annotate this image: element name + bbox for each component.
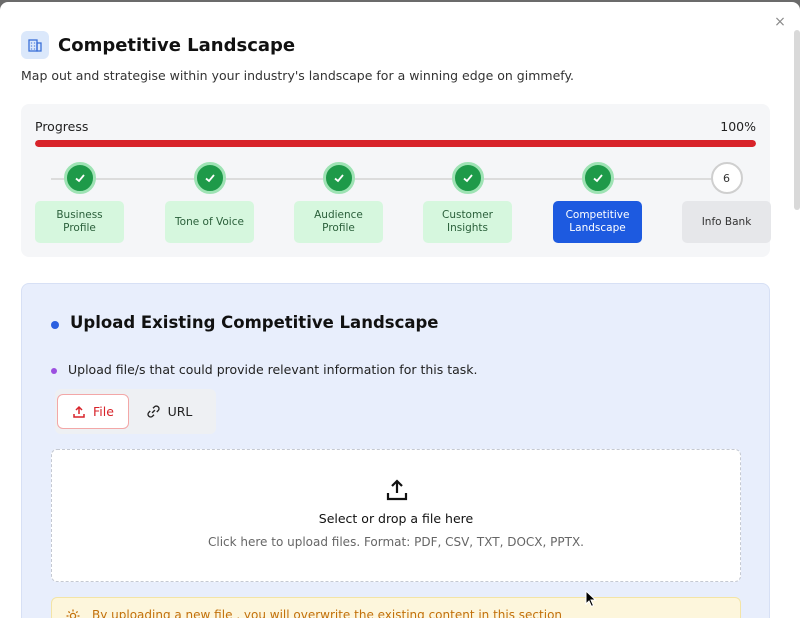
close-icon[interactable]: × (774, 14, 786, 30)
section-title: Upload Existing Competitive Landscape (70, 313, 439, 332)
sun-icon (66, 608, 80, 618)
step-tone-of-voice[interactable]: Tone of Voice (165, 162, 254, 243)
modal-header: Competitive Landscape (21, 31, 295, 59)
step-competitive-landscape[interactable]: Competitive Landscape (553, 162, 642, 243)
check-icon (451, 162, 484, 194)
section-bullet (51, 321, 59, 329)
check-icon (193, 162, 226, 194)
page-title: Competitive Landscape (58, 34, 296, 56)
progress-bar (35, 140, 756, 147)
step-number: 6 (710, 162, 743, 194)
step-info-bank[interactable]: 6 Info Bank (682, 162, 771, 243)
step-label[interactable]: Info Bank (682, 201, 771, 243)
link-icon (146, 405, 160, 418)
step-label[interactable]: Audience Profile (294, 201, 383, 243)
step-label[interactable]: Competitive Landscape (553, 201, 642, 243)
mouse-cursor-icon (585, 589, 597, 612)
hint-bullet (51, 368, 57, 374)
progress-label: Progress (35, 119, 89, 134)
upload-type-tabs: File URL (55, 389, 216, 434)
building-icon (21, 31, 49, 59)
tab-url[interactable]: URL (129, 394, 209, 429)
dropzone-title: Select or drop a file here (318, 511, 474, 526)
upload-section: Upload Existing Competitive Landscape Up… (21, 283, 770, 618)
step-business-profile[interactable]: Business Profile (35, 162, 124, 243)
tab-url-label: URL (167, 404, 193, 419)
page-subtitle: Map out and strategise within your indus… (21, 68, 575, 83)
competitive-landscape-modal: × Competitive Landscape Map out and stra… (0, 2, 800, 618)
check-icon (322, 162, 355, 194)
step-audience-profile[interactable]: Audience Profile (294, 162, 383, 243)
step-customer-insights[interactable]: Customer Insights (423, 162, 512, 243)
progress-percent: 100% (720, 119, 756, 134)
tab-file-label: File (93, 404, 114, 419)
overwrite-warning: By uploading a new file , you will overw… (51, 597, 741, 618)
upload-hint: Upload file/s that could provide relevan… (68, 362, 478, 377)
warning-text: By uploading a new file , you will overw… (92, 608, 563, 618)
check-icon (63, 162, 96, 194)
step-label[interactable]: Tone of Voice (165, 201, 254, 243)
file-dropzone[interactable]: Select or drop a file here Click here to… (51, 449, 741, 582)
dropzone-subtitle: Click here to upload files. Format: PDF,… (207, 535, 584, 549)
close-button[interactable]: × (772, 14, 788, 30)
upload-icon (73, 405, 85, 418)
upload-icon (385, 478, 409, 506)
tab-file[interactable]: File (57, 394, 129, 429)
scrollbar[interactable] (794, 30, 800, 210)
progress-panel: Progress 100% Business Profile Tone of V… (21, 104, 771, 257)
check-icon (581, 162, 614, 194)
step-label[interactable]: Customer Insights (423, 201, 512, 243)
progress-bar-fill (35, 140, 756, 147)
step-label[interactable]: Business Profile (35, 201, 124, 243)
